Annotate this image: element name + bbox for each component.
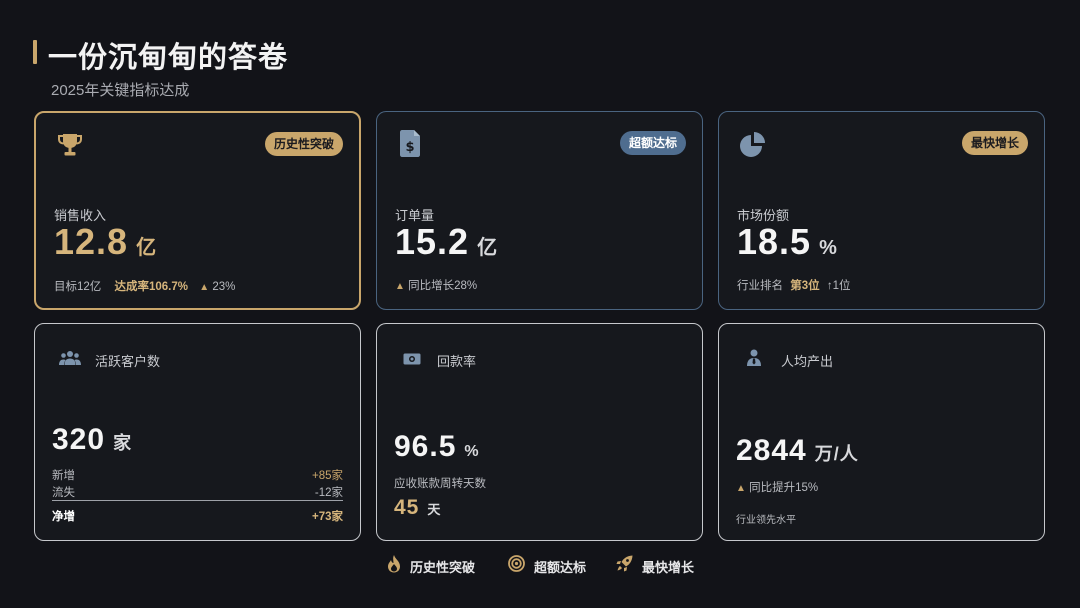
card-sales-revenue: 历史性突破 销售收入 12.8 亿 目标12亿 达成率106.7% ▲ 23%	[34, 111, 361, 310]
list-item: 流失 -12家	[52, 484, 343, 500]
industry-note: 行业领先水平	[736, 515, 796, 526]
card-active-customers: 活跃客户数 320 家 新增 +85家 流失 -12家 净增 +73家	[34, 323, 361, 541]
achievement-rate: 达成率106.7%	[114, 281, 189, 293]
card-orders: $ 超额达标 订单量 15.2 亿 ▲ 同比增长28%	[376, 111, 703, 310]
growth-text: 23%	[212, 281, 236, 293]
status-badge: 历史性突破	[264, 132, 343, 156]
up-triangle-icon: ▲	[199, 282, 210, 293]
up-triangle-icon: ▲	[395, 281, 405, 292]
metric-label: 活跃客户数	[95, 354, 161, 369]
users-icon	[59, 350, 81, 371]
row-value: +85家	[311, 470, 343, 482]
rocket-icon	[616, 555, 633, 577]
metric-value: 12.8 亿	[54, 221, 157, 263]
up-triangle-icon: ▲	[736, 483, 746, 494]
net-total-row: 净增 +73家	[52, 508, 343, 524]
metric-number: 18.5	[737, 221, 812, 262]
rank-change: ↑1位	[826, 280, 851, 292]
flame-icon	[387, 555, 401, 578]
legend-item-fastest: 最快增长	[616, 555, 694, 577]
target-text: 目标12亿	[54, 281, 102, 293]
metric-value: 18.5%	[737, 221, 838, 263]
metric-unit: 亿	[477, 237, 499, 259]
sub-metric-number: 45	[394, 496, 420, 519]
card-per-capita-output: 人均产出 2844 万/人 ▲ 同比提升15% 行业领先水平	[718, 323, 1045, 541]
target-icon	[508, 555, 525, 577]
sub-metric-value: 45 天	[394, 496, 441, 520]
rank-value: 第3位	[790, 280, 820, 292]
metric-footnote: 目标12亿 达成率106.7% ▲ 23%	[54, 278, 235, 294]
legend-item-breakthrough: 历史性突破	[387, 555, 475, 578]
metric-number: 15.2	[395, 221, 470, 262]
metric-unit: %	[819, 237, 838, 259]
metric-label: 回款率	[437, 354, 477, 369]
metric-number: 96.5	[394, 430, 457, 463]
pie-chart-icon	[739, 130, 767, 163]
page-title: 一份沉甸甸的答卷	[48, 42, 289, 74]
legend-item-exceeded: 超额达标	[508, 555, 586, 577]
legend-label: 最快增长	[642, 559, 695, 575]
invoice-icon: $	[399, 128, 423, 163]
growth-text: 同比增长28%	[408, 280, 478, 292]
metric-unit: 亿	[136, 237, 158, 259]
metric-unit: 家	[113, 433, 133, 453]
metric-footnote: ▲ 同比提升15%	[736, 479, 818, 495]
svg-text:$: $	[405, 140, 414, 155]
metric-footnote: ▲ 同比增长28%	[395, 277, 477, 293]
metric-footnote: 行业排名 第3位 ↑1位	[737, 277, 850, 293]
growth-text: 同比提升15%	[749, 482, 819, 494]
page-subtitle: 2025年关键指标达成	[51, 82, 190, 99]
divider	[52, 500, 343, 501]
card-collection-rate: 回款率 96.5% 应收账款周转天数 45 天	[376, 323, 703, 541]
status-badge: 超额达标	[619, 131, 686, 155]
legend-label: 历史性突破	[410, 560, 476, 575]
metric-unit: 万/人	[814, 444, 859, 464]
metric-number: 12.8	[54, 221, 129, 262]
title-accent-bar	[33, 40, 37, 64]
metric-value: 2844 万/人	[736, 434, 859, 468]
legend-label: 超额达标	[534, 559, 587, 575]
rank-label: 行业排名	[737, 280, 783, 292]
money-icon	[403, 352, 421, 370]
metric-value: 320 家	[52, 423, 132, 457]
net-label: 净增	[52, 511, 75, 523]
metric-value: 96.5%	[394, 430, 480, 464]
row-value: -12家	[314, 487, 343, 499]
sub-metric-unit: 天	[427, 502, 442, 517]
metric-unit: %	[464, 443, 480, 460]
trophy-icon	[56, 131, 84, 164]
metric-number: 2844	[736, 434, 807, 467]
status-badge: 最快增长	[961, 131, 1028, 155]
card-market-share: 最快增长 市场份额 18.5% 行业排名 第3位 ↑1位	[718, 111, 1045, 310]
metric-value: 15.2 亿	[395, 221, 498, 263]
person-icon	[747, 349, 761, 371]
list-item: 新增 +85家	[52, 467, 343, 483]
sub-metric-label: 应收账款周转天数	[394, 478, 486, 490]
row-label: 流失	[52, 487, 75, 499]
metric-label: 人均产出	[781, 354, 834, 369]
row-label: 新增	[52, 470, 75, 482]
metric-number: 320	[52, 423, 106, 456]
net-value: +73家	[311, 511, 343, 523]
